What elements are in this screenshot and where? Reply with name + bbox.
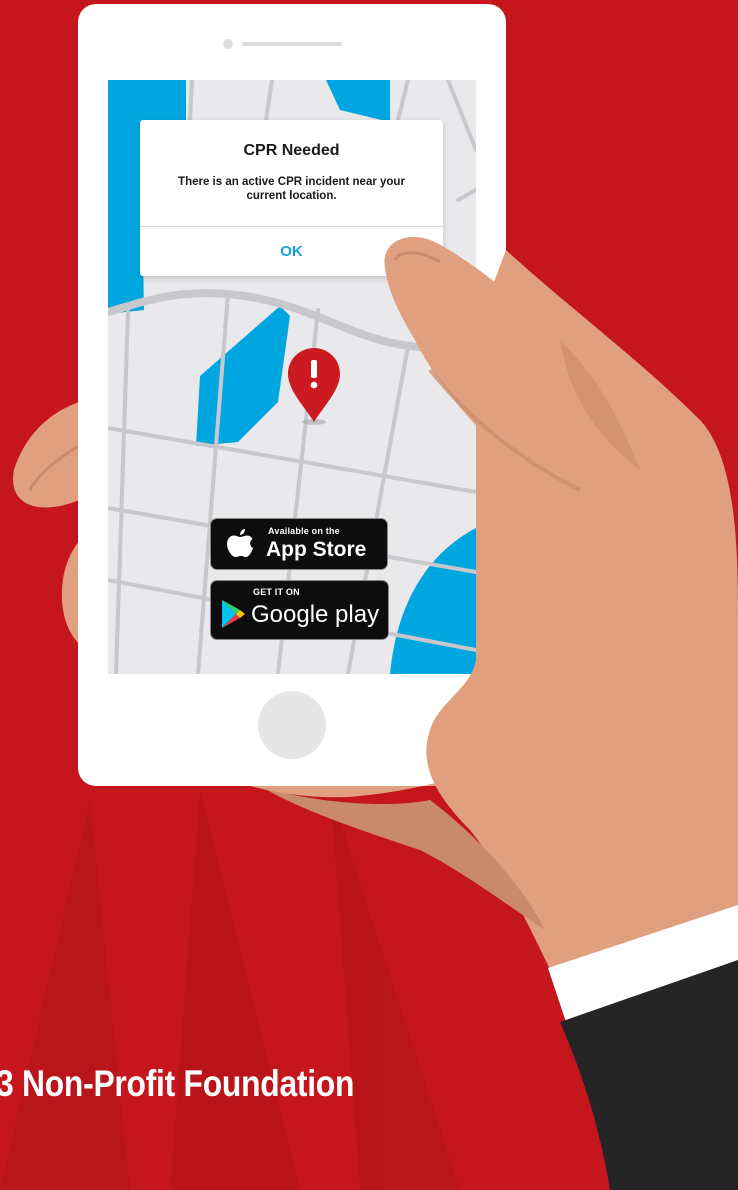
foundation-caption: 3 Non-Profit Foundation [0,1063,355,1104]
hand-and-arm [250,237,738,1190]
hand [250,237,738,990]
scene: CPR Needed There is an active CPR incide… [0,0,738,1190]
